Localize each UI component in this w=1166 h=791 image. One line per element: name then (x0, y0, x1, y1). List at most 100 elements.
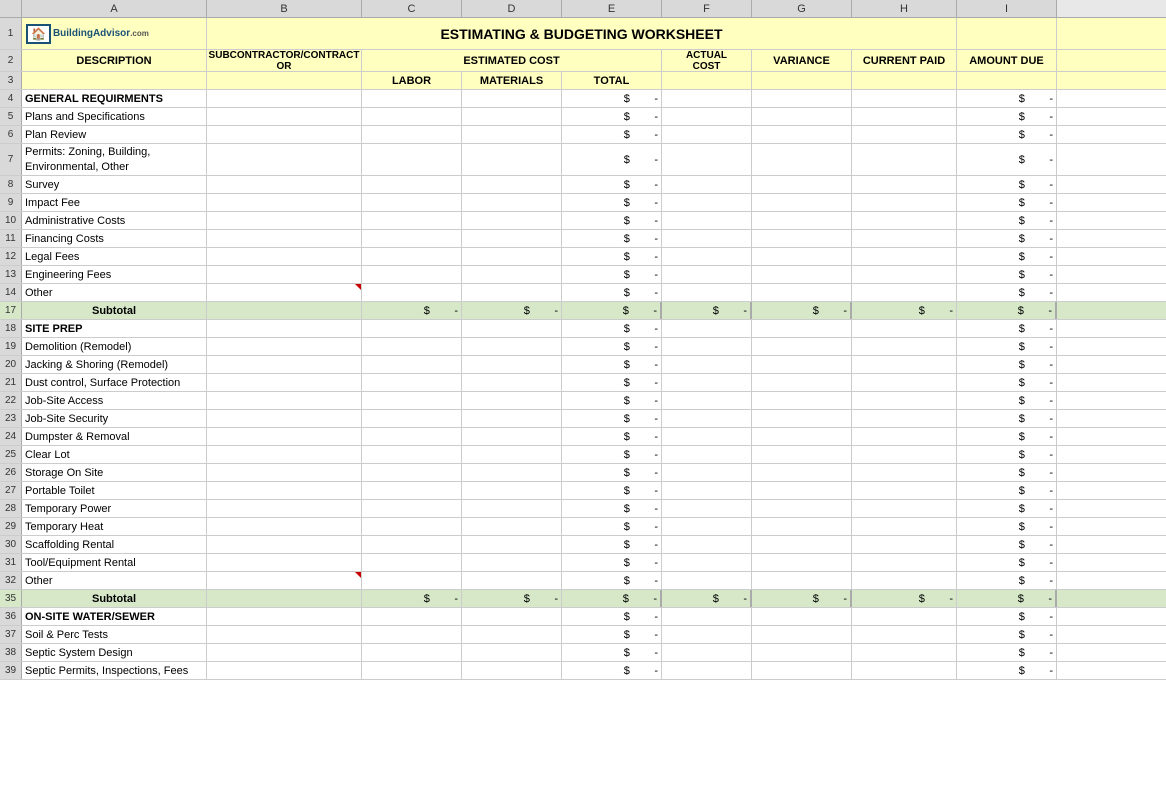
row5-g (752, 108, 852, 125)
row14-a: Other (22, 284, 207, 301)
row-31: 31 Tool/Equipment Rental $ - $ - (0, 554, 1166, 572)
row17-b (207, 302, 362, 319)
row6-g (752, 126, 852, 143)
row20-i: $ - (957, 356, 1057, 373)
row36-f (662, 608, 752, 625)
row14-h (852, 284, 957, 301)
row27-g (752, 482, 852, 499)
row14-i: $ - (957, 284, 1057, 301)
row39-i: $ - (957, 662, 1057, 679)
red-marker-32 (355, 572, 361, 578)
row27-c (362, 482, 462, 499)
row-num-1: 1 (0, 18, 22, 49)
row23-c (362, 410, 462, 427)
header-row3-a (22, 72, 207, 89)
row13-b (207, 266, 362, 283)
row32-h (852, 572, 957, 589)
row19-g (752, 338, 852, 355)
row39-f (662, 662, 752, 679)
row39-c (362, 662, 462, 679)
row-37: 37 Soil & Perc Tests $ - $ - (0, 626, 1166, 644)
row11-i: $ - (957, 230, 1057, 247)
row29-h (852, 518, 957, 535)
row21-f (662, 374, 752, 391)
row-4: 4 GENERAL REQUIRMENTS $ - $ - (0, 90, 1166, 108)
row19-e: $ - (562, 338, 662, 355)
row39-g (752, 662, 852, 679)
row18-i: $ - (957, 320, 1057, 337)
row14-e: $ - (562, 284, 662, 301)
row30-d (462, 536, 562, 553)
row-num-8: 8 (0, 176, 22, 193)
row5-f (662, 108, 752, 125)
row19-b (207, 338, 362, 355)
row4-d (462, 90, 562, 107)
row31-c (362, 554, 462, 571)
row20-g (752, 356, 852, 373)
row26-d (462, 464, 562, 481)
row14-f (662, 284, 752, 301)
row31-g (752, 554, 852, 571)
row29-i: $ - (957, 518, 1057, 535)
row36-i: $ - (957, 608, 1057, 625)
row26-b (207, 464, 362, 481)
row11-b (207, 230, 362, 247)
col-header-d: D (462, 0, 562, 17)
row23-h (852, 410, 957, 427)
row38-i: $ - (957, 644, 1057, 661)
row-11: 11 Financing Costs $ - $ - (0, 230, 1166, 248)
row39-d (462, 662, 562, 679)
row37-c (362, 626, 462, 643)
row7-e: $ - (562, 144, 662, 175)
row37-h (852, 626, 957, 643)
row29-g (752, 518, 852, 535)
row-8: 8 Survey $ - $ - (0, 176, 1166, 194)
row17-g: $ - (752, 302, 852, 319)
row13-h (852, 266, 957, 283)
row30-f (662, 536, 752, 553)
row-13: 13 Engineering Fees $ - $ - (0, 266, 1166, 284)
row30-e: $ - (562, 536, 662, 553)
row-num-3: 3 (0, 72, 22, 89)
row25-c (362, 446, 462, 463)
row38-c (362, 644, 462, 661)
row-num-24: 24 (0, 428, 22, 445)
row25-h (852, 446, 957, 463)
row8-e: $ - (562, 176, 662, 193)
row-10: 10 Administrative Costs $ - $ - (0, 212, 1166, 230)
row19-d (462, 338, 562, 355)
row-7: 7 Permits: Zoning, Building,Environmenta… (0, 144, 1166, 176)
row31-a: Tool/Equipment Rental (22, 554, 207, 571)
row11-e: $ - (562, 230, 662, 247)
row35-b (207, 590, 362, 607)
row35-d: $ - (462, 590, 562, 607)
row12-g (752, 248, 852, 265)
row32-b (207, 572, 362, 589)
row37-e: $ - (562, 626, 662, 643)
row37-a: Soil & Perc Tests (22, 626, 207, 643)
row24-d (462, 428, 562, 445)
row29-e: $ - (562, 518, 662, 535)
row26-g (752, 464, 852, 481)
row25-a: Clear Lot (22, 446, 207, 463)
row7-f (662, 144, 752, 175)
row28-c (362, 500, 462, 517)
row29-c (362, 518, 462, 535)
row31-d (462, 554, 562, 571)
row12-a: Legal Fees (22, 248, 207, 265)
row23-d (462, 410, 562, 427)
row35-c: $ - (362, 590, 462, 607)
row-num-2: 2 (0, 50, 22, 71)
row-num-26: 26 (0, 464, 22, 481)
row21-a: Dust control, Surface Protection (22, 374, 207, 391)
row12-h (852, 248, 957, 265)
row-38: 38 Septic System Design $ - $ - (0, 644, 1166, 662)
row39-b (207, 662, 362, 679)
row18-f (662, 320, 752, 337)
row8-b (207, 176, 362, 193)
row14-c (362, 284, 462, 301)
row12-e: $ - (562, 248, 662, 265)
header-actual-cost: ACTUALCOST (662, 50, 752, 71)
row12-b (207, 248, 362, 265)
row-num-25: 25 (0, 446, 22, 463)
